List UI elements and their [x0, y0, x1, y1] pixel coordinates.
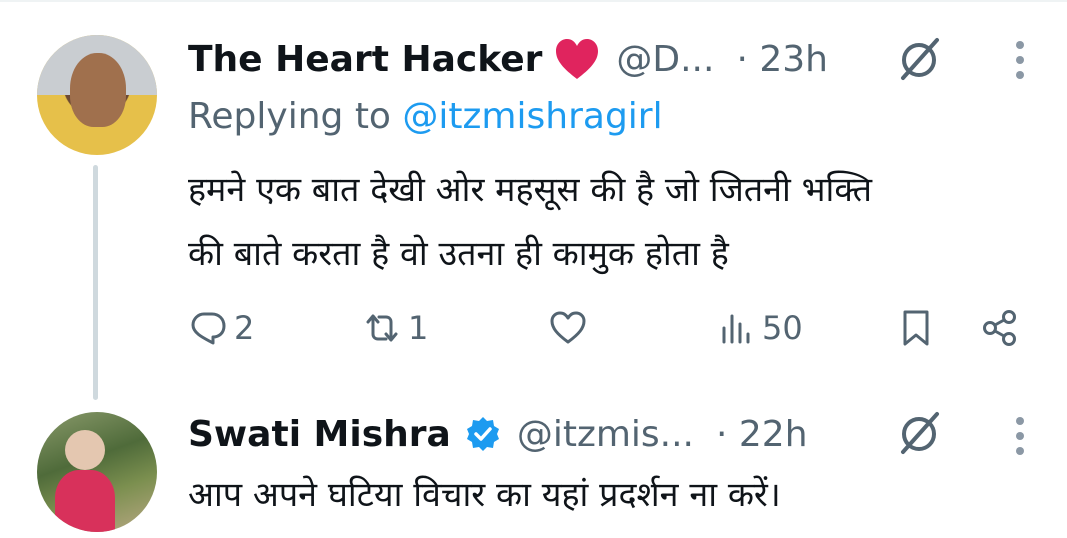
retweet-icon [366, 314, 398, 342]
thread-line [93, 165, 98, 400]
avatar[interactable] [37, 35, 157, 155]
reply-count: 2 [234, 309, 255, 347]
verified-badge-icon [466, 417, 499, 451]
more-icon[interactable] [1013, 416, 1027, 456]
display-name[interactable]: Swati Mishra [188, 414, 451, 455]
heart-emoji-icon [556, 39, 599, 79]
action-bar: 2 1 50 [0, 300, 1067, 360]
like-icon [550, 311, 586, 344]
bookmark-button[interactable] [896, 308, 936, 348]
views-count: 50 [762, 309, 803, 347]
share-icon [983, 310, 1016, 346]
share-button[interactable] [980, 308, 1020, 348]
avatar[interactable] [37, 412, 157, 532]
reply-button[interactable]: 2 [188, 308, 254, 348]
replying-to: Replying to @itzmishragirl [188, 96, 663, 137]
reply-icon [191, 312, 226, 345]
tweet-header: The Heart Hacker @D... · 23h [188, 34, 828, 84]
more-icon[interactable] [1013, 40, 1027, 80]
bookmark-icon [903, 310, 929, 346]
handle[interactable]: @itzmis... [517, 414, 694, 455]
replying-to-label: Replying to [188, 96, 391, 137]
timestamp[interactable]: · 23h [736, 39, 828, 80]
views-icon [722, 314, 750, 344]
grok-icon[interactable] [897, 410, 943, 456]
tweet-text: हमने एक बात देखी ओर महसूस की है जो जितनी… [188, 158, 1048, 286]
tweet-text: आप अपने घटिया विचार का यहां प्रदर्शन ना … [188, 470, 1048, 520]
grok-icon[interactable] [897, 36, 943, 82]
views-button[interactable]: 50 [716, 308, 803, 348]
display-name[interactable]: The Heart Hacker [188, 39, 542, 80]
tweet-header: Swati Mishra @itzmis... · 22h [188, 409, 808, 459]
handle[interactable]: @D... [616, 39, 714, 80]
tweet-text-line: आप अपने घटिया विचार का यहां प्रदर्शन ना … [188, 475, 781, 515]
retweet-button[interactable]: 1 [362, 308, 428, 348]
tweet[interactable]: The Heart Hacker @D... · 23h Replying to… [0, 0, 1067, 400]
timestamp[interactable]: · 22h [716, 414, 808, 455]
tweet-text-line: की बाते करता है वो उतना ही कामुक होता है [188, 234, 729, 274]
retweet-count: 1 [408, 309, 429, 347]
like-button[interactable] [548, 308, 594, 348]
tweet-text-line: हमने एक बात देखी ओर महसूस की है जो जितनी… [188, 170, 872, 210]
replying-to-handle[interactable]: @itzmishragirl [402, 96, 662, 137]
